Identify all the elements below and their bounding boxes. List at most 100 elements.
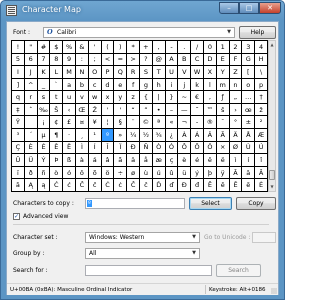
character-cell[interactable]: µ [37,129,51,142]
character-cell[interactable]: â [101,154,115,167]
character-cell[interactable]: # [37,41,51,54]
character-cell[interactable]: Î [101,141,115,155]
character-cell[interactable]: é [191,154,204,167]
character-cell[interactable]: ô [76,166,89,180]
character-cell[interactable]: Ý [37,154,51,167]
character-cell[interactable]: à [76,154,89,167]
character-cell[interactable]: ~ [178,91,192,104]
character-cell[interactable]: 6 [24,53,38,67]
character-cell[interactable]: 1 [216,41,230,54]
character-cell[interactable]: Ď [152,179,166,192]
character-cell[interactable]: R [127,66,140,79]
character-cell[interactable]: « [165,116,179,130]
character-cell[interactable]: p [255,78,268,92]
character-cell[interactable]: e [114,78,128,92]
scrollbar-thumb[interactable] [269,170,275,180]
character-cell[interactable]: ` [50,78,64,92]
character-cell[interactable]: • [152,103,166,117]
copy-button[interactable]: Copy [236,197,276,210]
scroll-down-arrow-icon[interactable]: ▼ [269,183,275,191]
character-cell[interactable]: ê [204,154,217,167]
character-cell[interactable]: ð [24,166,38,180]
character-cell[interactable]: ç [165,154,179,167]
character-cell[interactable]: + [140,41,153,54]
character-cell[interactable]: Ā [229,166,243,180]
character-cell[interactable]: á [88,154,102,167]
character-cell[interactable]: > [127,53,140,67]
character-cell[interactable]: ¢ [50,116,64,130]
character-cell[interactable]: t [50,91,64,104]
character-grid[interactable]: ! " # $% & '() * +, -./0 1 2 3 4 5 6 7 8 9:; < = >? @ A B C D E F G H… [11,40,268,192]
character-cell[interactable]: Ó [165,141,179,155]
character-cell[interactable]: ¶ [50,129,64,142]
character-cell[interactable]: X [204,66,217,79]
character-cell[interactable]: Z [229,66,243,79]
character-cell[interactable]: K [37,66,51,79]
title-bar[interactable]: Character Map – □ ✕ [1,1,284,21]
character-cell[interactable]: H [255,53,268,67]
character-cell[interactable]: x [101,91,115,104]
character-cell[interactable]: ) [114,41,128,54]
character-cell[interactable]: Ì [76,141,89,155]
character-cell[interactable]: Á [191,129,204,142]
character-cell[interactable]: ¦ [101,116,115,130]
character-cell[interactable]: g [140,78,153,92]
character-cell[interactable]: \ [255,66,268,79]
character-cell[interactable]: ' [101,103,115,117]
close-button[interactable]: ✕ [259,2,281,14]
character-cell[interactable]: k [191,78,204,92]
character-cell[interactable]: Ä [229,129,243,142]
character-cell[interactable]: T [152,66,166,79]
character-cell[interactable]: ď [165,179,179,192]
character-cell[interactable]: Ž [88,103,102,117]
character-cell[interactable]: P [101,66,115,79]
character-cell[interactable]: @ [152,53,166,67]
character-cell[interactable]: ¡ [37,116,51,130]
character-cell[interactable]: ( [101,41,115,54]
character-cell[interactable]: N [76,66,89,79]
character-cell[interactable]: ã [114,154,128,167]
character-cell[interactable]: î [255,154,268,167]
character-cell[interactable]: ć [63,179,76,192]
character-cell[interactable]: A [165,53,179,67]
character-cell[interactable]: ƒ [216,91,230,104]
character-cell[interactable]: Û [12,154,25,167]
go-to-unicode-input[interactable] [252,232,276,243]
character-cell[interactable]: & [76,41,89,54]
font-select[interactable]: O Calibri ▼ [43,27,235,38]
character-cell[interactable]: } [165,91,179,104]
character-cell[interactable]: ¬ [178,116,192,130]
character-cell[interactable]: 0 [204,41,217,54]
character-cell[interactable]: Ü [24,154,38,167]
character-cell[interactable]: » [114,129,128,142]
character-cell[interactable]: œ [242,103,256,117]
character-cell[interactable]: 5 [12,53,25,67]
character-cell[interactable]: - [165,41,179,54]
character-cell[interactable]: ˜ [191,103,204,117]
character-cell[interactable]: u [63,91,76,104]
character-cell[interactable]: ß [63,154,76,167]
help-button[interactable]: Help [239,26,276,39]
character-cell[interactable]: Ç [12,141,25,155]
character-cell[interactable]: ĕ [242,179,256,192]
character-cell[interactable]: h [152,78,166,92]
character-cell[interactable]: ÷ [114,166,128,180]
character-cell[interactable]: _ [37,78,51,92]
character-cell[interactable]: ' [114,103,128,117]
character-cell[interactable]: ® [204,116,217,130]
character-cell[interactable]: 2 [229,41,243,54]
group-by-select[interactable]: All ▼ [85,248,200,259]
character-cell[interactable]: — [178,103,192,117]
character-cell[interactable] [24,116,38,130]
character-cell[interactable]: Ú [255,141,268,155]
character-cell[interactable]: ² [255,116,268,130]
character-cell[interactable]: Ċ [101,179,115,192]
character-cell[interactable]: ? [140,53,153,67]
resize-grip-icon[interactable] [271,288,277,294]
character-cell[interactable]: – [165,103,179,117]
character-cell[interactable]: ú [152,166,166,180]
character-cell[interactable]: z [127,91,140,104]
character-cell[interactable]: Í [88,141,102,155]
character-cell[interactable]: . [178,41,192,54]
character-cell[interactable]: ¥ [88,116,102,130]
